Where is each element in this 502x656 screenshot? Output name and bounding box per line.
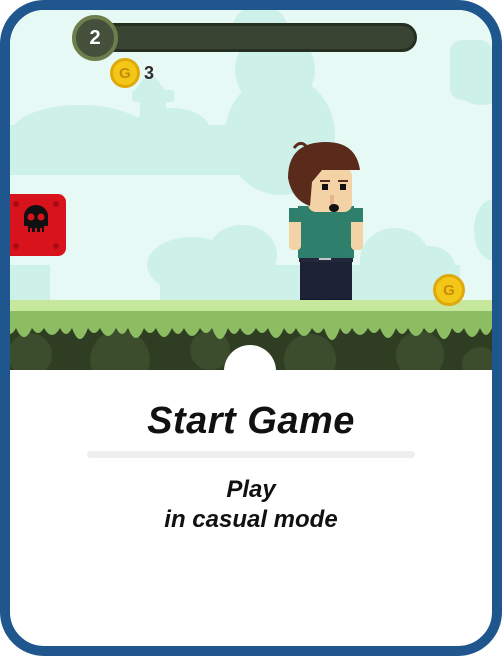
subtitle-line-2: in casual mode	[164, 506, 338, 533]
card-title: Start Game	[147, 400, 355, 442]
scene-artwork	[10, 10, 492, 370]
level-badge: 2	[72, 15, 118, 61]
gold-coin-icon: G	[110, 58, 140, 88]
gold-coin-pickup-icon: G	[433, 274, 465, 306]
title-divider	[87, 451, 415, 458]
level-progress-bar	[74, 23, 417, 52]
coin-count: 3	[144, 62, 155, 83]
card-notch	[224, 345, 276, 397]
card-subtitle: Play in casual mode	[10, 475, 492, 535]
game-mode-card[interactable]: 2 G 3 G Start Game Play in casual mode	[0, 0, 502, 656]
enemy-block	[10, 194, 66, 256]
subtitle-line-1: Play	[226, 476, 276, 503]
coin-counter: G 3	[110, 58, 154, 88]
game-preview-scene: 2 G 3 G	[10, 10, 492, 370]
